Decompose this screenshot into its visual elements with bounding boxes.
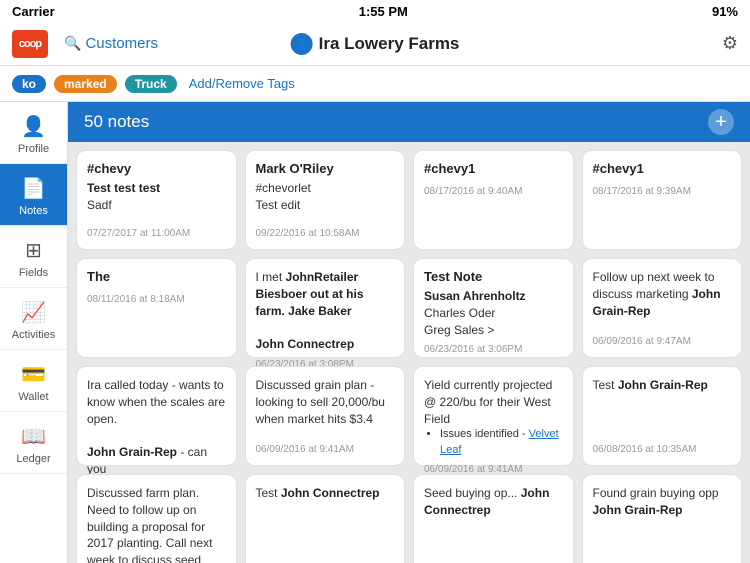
add-tags-link[interactable]: Add/Remove Tags	[189, 76, 295, 91]
sidebar-label-wallet: Wallet	[18, 391, 48, 403]
top-nav: coop 🔍 Customers 👤 Ira Lowery Farms ⚙	[0, 22, 750, 66]
note-date-1: 09/22/2016 at 10:58AM	[256, 228, 395, 239]
note-body-12: Discussed farm plan. Need to follow up o…	[87, 485, 226, 563]
note-card-12[interactable]: Discussed farm plan. Need to follow up o…	[76, 474, 237, 563]
note-title-4: The	[87, 269, 226, 284]
tag-Truck[interactable]: Truck	[125, 75, 177, 93]
note-date-2: 08/17/2016 at 9:40AM	[424, 186, 563, 197]
note-date-7: 06/09/2016 at 9:47AM	[593, 336, 732, 347]
note-body-0: Test test testSadf	[87, 180, 226, 222]
sidebar-label-profile: Profile	[18, 143, 49, 155]
status-bar: Carrier 1:55 PM 91%	[0, 0, 750, 22]
sidebar-item-activities[interactable]: 📈 Activities	[0, 288, 67, 350]
note-body-14: Seed buying op... John Connectrep	[424, 485, 563, 563]
note-date-9: 06/09/2016 at 9:41AM	[256, 444, 395, 455]
note-title-2: #chevy1	[424, 161, 563, 176]
activities-icon: 📈	[21, 300, 46, 325]
customers-label: Customers	[85, 35, 158, 52]
tags-bar: ko marked Truck Add/Remove Tags	[0, 66, 750, 102]
notes-icon: 📄	[21, 176, 46, 201]
sidebar-label-ledger: Ledger	[16, 453, 50, 465]
tag-marked[interactable]: marked	[54, 75, 117, 93]
note-title-3: #chevy1	[593, 161, 732, 176]
notes-grid: #chevy Test test testSadf 07/27/2017 at 11…	[68, 142, 750, 563]
sidebar: 👤 Profile 📄 Notes ⊞ Fields 📈 Activities …	[0, 102, 68, 563]
customers-link[interactable]: 🔍 Customers	[64, 35, 158, 52]
note-card-15[interactable]: Found grain buying opp John Grain-Rep	[582, 474, 743, 563]
sidebar-label-fields: Fields	[19, 267, 48, 279]
note-card-1[interactable]: Mark O'Riley #chevorletTest edit 09/22/201…	[245, 150, 406, 250]
add-note-button[interactable]: +	[708, 109, 734, 135]
note-body-5: I met JohnRetailer Biesboer out at his f…	[256, 269, 395, 353]
note-card-6[interactable]: Test Note Susan AhrenholtzCharles OderGre…	[413, 258, 574, 358]
note-date-11: 06/08/2016 at 10:35AM	[593, 444, 732, 455]
sidebar-label-notes: Notes	[19, 205, 48, 217]
profile-icon: 👤	[21, 114, 46, 139]
note-card-3[interactable]: #chevy1 08/17/2016 at 9:39AM	[582, 150, 743, 250]
note-body-13: Test John Connectrep	[256, 485, 395, 563]
note-card-14[interactable]: Seed buying op... John Connectrep	[413, 474, 574, 563]
note-body-10: Yield currently projected @ 220/bu for t…	[424, 377, 563, 458]
note-card-8[interactable]: Ira called today - wants to know when th…	[76, 366, 237, 466]
note-body-11: Test John Grain-Rep	[593, 377, 732, 438]
note-card-5[interactable]: I met JohnRetailer Biesboer out at his f…	[245, 258, 406, 358]
note-date-4: 08/11/2016 at 8:18AM	[87, 294, 226, 305]
person-icon: 👤	[291, 33, 313, 55]
sidebar-item-fields[interactable]: ⊞ Fields	[0, 226, 67, 288]
battery-label: 91%	[712, 4, 738, 19]
sidebar-item-ledger[interactable]: 📖 Ledger	[0, 412, 67, 474]
main-layout: 👤 Profile 📄 Notes ⊞ Fields 📈 Activities …	[0, 102, 750, 563]
note-body-6: Susan AhrenholtzCharles OderGreg Sales >	[424, 288, 563, 338]
note-body-9: Discussed grain plan - looking to sell 2…	[256, 377, 395, 438]
content-area: 50 notes + #chevy Test test testSadf 07/27…	[68, 102, 750, 563]
note-card-10[interactable]: Yield currently projected @ 220/bu for t…	[413, 366, 574, 466]
wallet-icon: 💳	[21, 362, 46, 387]
sidebar-label-activities: Activities	[12, 329, 55, 341]
gear-icon[interactable]: ⚙	[722, 33, 738, 54]
search-icon: 🔍	[64, 35, 81, 52]
note-card-9[interactable]: Discussed grain plan - looking to sell 2…	[245, 366, 406, 466]
note-title-6: Test Note	[424, 269, 563, 284]
tag-ko[interactable]: ko	[12, 75, 46, 93]
note-title-0: #chevy	[87, 161, 226, 176]
farm-name-area: 👤 Ira Lowery Farms	[291, 33, 460, 55]
sidebar-item-profile[interactable]: 👤 Profile	[0, 102, 67, 164]
note-body-7: Follow up next week to discuss marketing…	[593, 269, 732, 330]
logo-area[interactable]: coop	[12, 30, 48, 58]
note-date-3: 08/17/2016 at 9:39AM	[593, 186, 732, 197]
note-date-6: 06/23/2016 at 3:06PM	[424, 344, 563, 355]
note-card-11[interactable]: Test John Grain-Rep 06/08/2016 at 10:35AM	[582, 366, 743, 466]
fields-icon: ⊞	[25, 238, 42, 263]
coop-logo: coop	[12, 30, 48, 58]
note-card-13[interactable]: Test John Connectrep	[245, 474, 406, 563]
note-card-4[interactable]: The 08/11/2016 at 8:18AM	[76, 258, 237, 358]
note-body-8: Ira called today - wants to know when th…	[87, 377, 226, 478]
ledger-icon: 📖	[21, 424, 46, 449]
notes-header: 50 notes +	[68, 102, 750, 142]
note-card-7[interactable]: Follow up next week to discuss marketing…	[582, 258, 743, 358]
notes-count: 50 notes	[84, 112, 149, 132]
sidebar-item-wallet[interactable]: 💳 Wallet	[0, 350, 67, 412]
note-card-2[interactable]: #chevy1 08/17/2016 at 9:40AM	[413, 150, 574, 250]
nav-right: ⚙	[722, 33, 738, 54]
carrier-label: Carrier	[12, 4, 55, 19]
note-title-1: Mark O'Riley	[256, 161, 395, 176]
sidebar-item-notes[interactable]: 📄 Notes	[0, 164, 67, 226]
farm-name: Ira Lowery Farms	[319, 34, 460, 54]
note-date-0: 07/27/2017 at 11:00AM	[87, 228, 226, 239]
note-body-15: Found grain buying opp John Grain-Rep	[593, 485, 732, 563]
time-label: 1:55 PM	[359, 4, 408, 19]
note-body-1: #chevorletTest edit	[256, 180, 395, 222]
note-card-0[interactable]: #chevy Test test testSadf 07/27/2017 at 11…	[76, 150, 237, 250]
